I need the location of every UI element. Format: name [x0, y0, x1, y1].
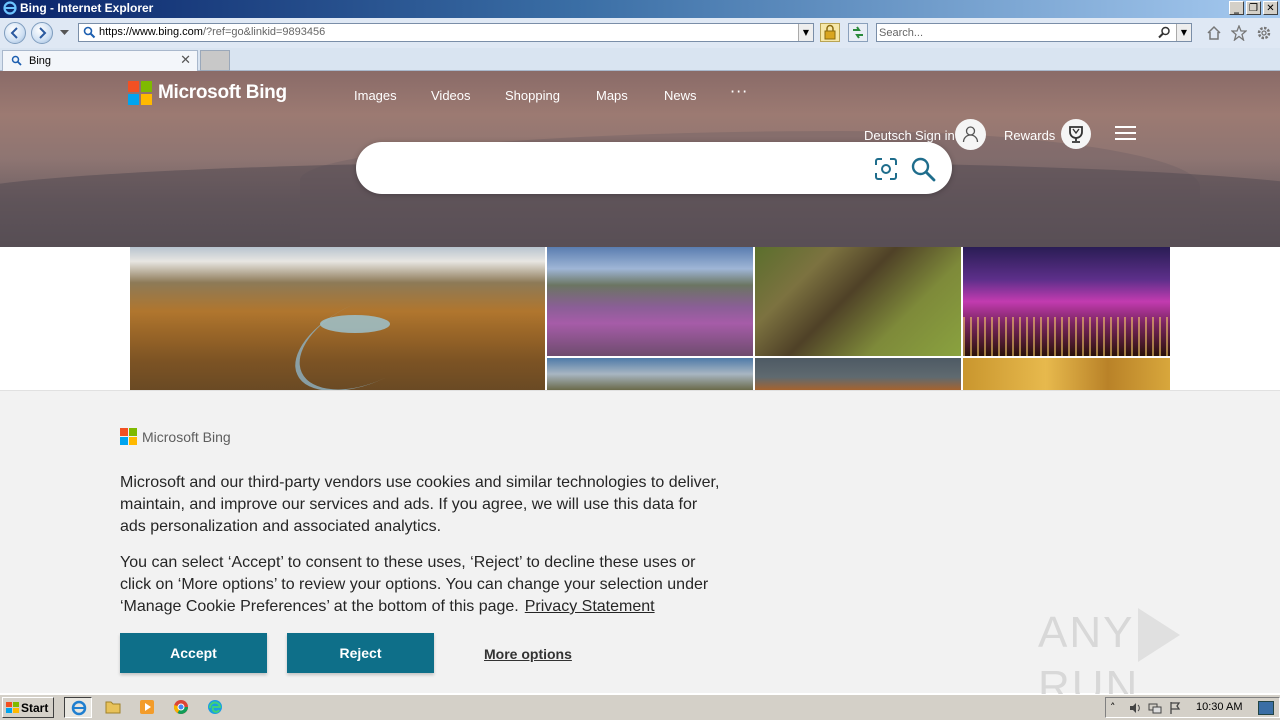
back-button[interactable]: [4, 22, 26, 44]
accept-button[interactable]: Accept: [120, 633, 267, 673]
show-hidden-icons-icon[interactable]: ˄: [1110, 701, 1124, 715]
image-tile-valley[interactable]: [130, 247, 545, 390]
tab-row: Bing ✕: [0, 48, 1280, 71]
visual-search-icon[interactable]: [874, 157, 898, 181]
taskbar-explorer[interactable]: [99, 697, 127, 718]
network-icon[interactable]: [1148, 701, 1162, 715]
window-title: Bing - Internet Explorer: [20, 1, 154, 15]
rewards-badge[interactable]: [1061, 119, 1091, 149]
bing-hero-background: Microsoft Bing Images Videos Shopping Ma…: [0, 71, 1280, 247]
url-host: https://www.bing.com: [99, 26, 203, 38]
nav-maps[interactable]: Maps: [596, 88, 628, 103]
taskbar-media-player[interactable]: [133, 697, 161, 718]
hamburger-menu-icon[interactable]: [1115, 126, 1136, 142]
privacy-statement-link[interactable]: Privacy Statement: [525, 598, 655, 615]
action-center-flag-icon[interactable]: [1168, 701, 1182, 715]
nav-shopping[interactable]: Shopping: [505, 88, 560, 103]
image-tile-autumn[interactable]: [963, 358, 1170, 390]
taskbar-internet-explorer[interactable]: [64, 697, 92, 718]
bing-wordmark: Microsoft Bing: [158, 82, 287, 103]
windows-flag-icon: [6, 702, 19, 713]
edge-icon: [208, 700, 222, 714]
nav-images[interactable]: Images: [354, 88, 397, 103]
security-lock-button[interactable]: [820, 23, 840, 42]
search-icon: [11, 55, 22, 66]
search-icon[interactable]: [910, 156, 936, 182]
image-tile-lake[interactable]: [755, 358, 961, 390]
clock[interactable]: 10:30 AM: [1196, 701, 1242, 713]
restore-button[interactable]: ❐: [1246, 1, 1261, 15]
taskbar-edge[interactable]: [201, 697, 229, 718]
nav-videos[interactable]: Videos: [431, 88, 471, 103]
microsoft-logo-icon: [128, 81, 152, 105]
image-tile-olive-trees[interactable]: [755, 247, 961, 356]
home-icon[interactable]: [1206, 25, 1222, 41]
user-icon: [962, 126, 979, 143]
start-label: Start: [21, 701, 49, 715]
ie-navigation-bar: https://www.bing.com/?ref=go&linkid=9893…: [0, 18, 1280, 48]
arrow-right-icon: [39, 27, 47, 39]
rewards-link[interactable]: Rewards: [1004, 128, 1055, 143]
internet-explorer-icon: [71, 700, 87, 716]
magnifier-icon[interactable]: [1158, 26, 1171, 39]
language-link[interactable]: Deutsch: [864, 128, 912, 143]
speaker-icon[interactable]: [1128, 701, 1142, 715]
more-nav-dots[interactable]: ···: [730, 82, 748, 101]
close-window-button[interactable]: ✕: [1263, 1, 1278, 15]
address-dropdown-button[interactable]: ▼: [798, 24, 813, 41]
bing-search-box[interactable]: [356, 142, 952, 194]
recent-pages-dropdown-icon[interactable]: [60, 30, 69, 36]
show-desktop-icon[interactable]: [1258, 701, 1274, 715]
compatibility-refresh-button[interactable]: [848, 23, 868, 42]
ie-search-box[interactable]: ▼: [876, 23, 1192, 42]
system-tray: ˄ 10:30 AM: [1105, 697, 1280, 718]
more-options-link[interactable]: More options: [484, 646, 572, 662]
image-tile-lit-temple[interactable]: [963, 247, 1170, 356]
media-player-icon: [140, 700, 154, 714]
image-tile-mountains[interactable]: [547, 358, 753, 390]
window-titlebar: Bing - Internet Explorer _ ❐ ✕: [0, 0, 1280, 18]
image-grid: [130, 247, 1170, 390]
search-icon: [83, 26, 96, 39]
internet-explorer-icon: [3, 1, 17, 15]
search-provider-dropdown[interactable]: ▼: [1176, 24, 1191, 41]
cookie-paragraph-1: Microsoft and our third-party vendors us…: [120, 474, 720, 535]
microsoft-logo-icon: [120, 428, 137, 445]
new-tab-button[interactable]: [200, 50, 230, 71]
bing-search-input[interactable]: [378, 156, 862, 182]
cookie-logo-text: Microsoft Bing: [142, 428, 231, 445]
sign-in-link[interactable]: Sign in: [915, 128, 955, 143]
bing-logo[interactable]: Microsoft Bing: [128, 81, 287, 105]
tab-label: Bing: [29, 55, 52, 67]
refresh-icon: [853, 26, 863, 39]
reject-button[interactable]: Reject: [287, 633, 434, 673]
image-tile-lupine-field[interactable]: [547, 247, 753, 356]
tab-close-icon[interactable]: ✕: [180, 53, 191, 68]
lock-icon: [824, 24, 836, 40]
favorites-star-icon[interactable]: [1231, 25, 1247, 41]
address-url[interactable]: https://www.bing.com/?ref=go&linkid=9893…: [99, 26, 325, 38]
cookie-paragraph-2: You can select ‘Accept’ to consent to th…: [120, 552, 720, 618]
nav-news[interactable]: News: [664, 88, 697, 103]
minimize-button[interactable]: _: [1229, 1, 1244, 15]
start-button[interactable]: Start: [2, 697, 54, 718]
avatar[interactable]: [955, 119, 986, 150]
watermark-left: ANY: [1038, 608, 1135, 657]
arrow-left-icon: [10, 27, 18, 39]
taskbar-chrome[interactable]: [167, 697, 195, 718]
folder-icon: [105, 701, 121, 714]
address-bar[interactable]: https://www.bing.com/?ref=go&linkid=9893…: [78, 23, 814, 42]
ie-search-input[interactable]: [879, 25, 1149, 40]
windows-taskbar: Start ˄ 10:30 AM: [0, 694, 1280, 720]
forward-button[interactable]: [31, 22, 53, 44]
play-icon: [1138, 608, 1181, 663]
tools-gear-icon[interactable]: [1256, 25, 1272, 41]
trophy-icon: [1069, 126, 1083, 143]
chrome-icon: [173, 700, 188, 714]
url-path: /?ref=go&linkid=9893456: [202, 26, 326, 38]
cookie-banner-logo: Microsoft Bing: [120, 428, 231, 445]
tab-bing[interactable]: Bing ✕: [2, 50, 198, 71]
